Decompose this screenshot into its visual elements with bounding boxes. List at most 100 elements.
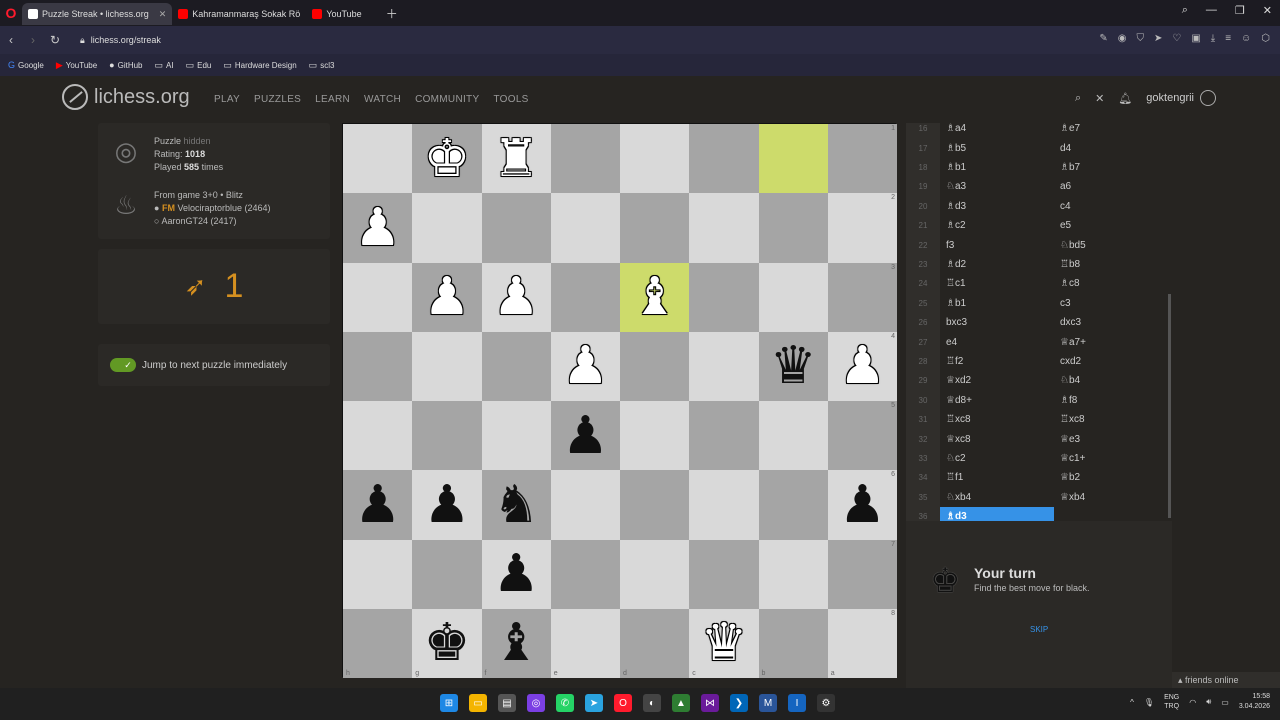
- site-logo[interactable]: lichess.org: [62, 84, 190, 110]
- black-move[interactable]: e5: [1054, 216, 1168, 235]
- board-square[interactable]: [343, 262, 413, 332]
- move-list-scrollbar[interactable]: [1168, 294, 1171, 518]
- board-square[interactable]: [620, 193, 690, 263]
- friends-online-box[interactable]: ▴ friends online: [1172, 672, 1280, 688]
- board-square[interactable]: 8a: [827, 608, 897, 678]
- white-move[interactable]: ♕d8+: [940, 391, 1054, 410]
- board-square[interactable]: [620, 124, 690, 194]
- bookmark-github[interactable]: ● GitHub: [109, 60, 142, 70]
- search-tabs-icon[interactable]: ⌕: [1182, 4, 1188, 17]
- black-move[interactable]: a6: [1054, 177, 1168, 196]
- white-move[interactable]: e4: [940, 332, 1054, 351]
- chevron-up-icon[interactable]: ^: [1130, 698, 1134, 707]
- board-square[interactable]: ♝: [620, 262, 690, 332]
- skip-button[interactable]: SKIP: [1030, 625, 1048, 634]
- board-square[interactable]: [758, 193, 828, 263]
- player1-name[interactable]: Velociraptorblue: [177, 203, 242, 213]
- jump-toggle[interactable]: [110, 358, 136, 372]
- url-field[interactable]: 🔒︎ lichess.org/streak: [80, 35, 161, 46]
- file-explorer-icon[interactable]: ▭: [469, 694, 487, 712]
- app3-icon[interactable]: ▲: [672, 694, 690, 712]
- ide-icon[interactable]: I: [788, 694, 806, 712]
- white-move[interactable]: ♘xb4: [940, 488, 1054, 507]
- white-move[interactable]: bxc3: [940, 313, 1054, 332]
- white-piece[interactable]: ♟: [562, 340, 609, 392]
- board-square[interactable]: [758, 124, 828, 194]
- from-game-link[interactable]: From game 3+0 • Blitz: [154, 189, 271, 202]
- tab-youtube[interactable]: YouTube: [306, 3, 367, 25]
- board-square[interactable]: ♟: [481, 539, 551, 609]
- white-piece[interactable]: ♟: [354, 202, 401, 254]
- store-icon[interactable]: ▤: [498, 694, 516, 712]
- black-move[interactable]: ♘b4: [1054, 371, 1168, 390]
- telegram-icon[interactable]: ➤: [585, 694, 603, 712]
- board-square[interactable]: ♚: [412, 124, 482, 194]
- clock[interactable]: 15:58 3.04.2026: [1239, 692, 1270, 712]
- board-square[interactable]: [689, 401, 759, 471]
- black-move[interactable]: ♕b2: [1054, 468, 1168, 487]
- bookmark-youtube[interactable]: ▶ YouTube: [56, 60, 97, 71]
- board-square[interactable]: ♟: [550, 331, 620, 401]
- board-square[interactable]: [412, 539, 482, 609]
- board-square[interactable]: ♚ g: [412, 608, 482, 678]
- board-square[interactable]: 5: [827, 401, 897, 471]
- nav-watch[interactable]: WATCH: [364, 94, 401, 105]
- board-square[interactable]: 2: [827, 193, 897, 263]
- board-square[interactable]: ♛ c: [689, 608, 759, 678]
- board-square[interactable]: ♜: [481, 124, 551, 194]
- board-square[interactable]: 7: [827, 539, 897, 609]
- bookmark-edu[interactable]: ▭ Edu: [186, 60, 212, 71]
- white-piece[interactable]: ♟: [493, 271, 540, 323]
- board-square[interactable]: e: [550, 608, 620, 678]
- menu-icon[interactable]: ≡: [1225, 33, 1231, 44]
- board-square[interactable]: [481, 193, 551, 263]
- board-square[interactable]: [758, 470, 828, 540]
- edit-icon[interactable]: ✎: [1099, 33, 1107, 44]
- visual-studio-icon[interactable]: ⋈: [701, 694, 719, 712]
- black-move[interactable]: [1054, 507, 1168, 521]
- black-piece[interactable]: ♟: [493, 548, 540, 600]
- board-square[interactable]: [412, 331, 482, 401]
- board-square[interactable]: 1: [827, 124, 897, 194]
- board-square[interactable]: [689, 193, 759, 263]
- user-menu[interactable]: goktengrii: [1146, 90, 1216, 106]
- battery-icon[interactable]: ▭: [1221, 698, 1229, 707]
- white-move[interactable]: f3: [940, 235, 1054, 254]
- board-square[interactable]: [620, 470, 690, 540]
- whatsapp-icon[interactable]: ✆: [556, 694, 574, 712]
- camera-icon[interactable]: ◉: [1118, 33, 1127, 44]
- heart-icon[interactable]: ♡: [1172, 33, 1181, 44]
- board-square[interactable]: ♟: [343, 470, 413, 540]
- close-tab-icon[interactable]: ✕: [159, 9, 167, 20]
- new-tab-button[interactable]: ＋: [386, 5, 398, 22]
- black-piece[interactable]: ♟: [354, 479, 401, 531]
- board-square[interactable]: b: [758, 608, 828, 678]
- board-square[interactable]: [550, 539, 620, 609]
- forward-button[interactable]: ›: [22, 33, 44, 47]
- white-move[interactable]: ♘a3: [940, 177, 1054, 196]
- mx-icon[interactable]: M: [759, 694, 777, 712]
- board-square[interactable]: ♟: [412, 262, 482, 332]
- nav-learn[interactable]: LEARN: [315, 94, 350, 105]
- black-move[interactable]: ♖xc8: [1054, 410, 1168, 429]
- bookmark-google[interactable]: G Google: [8, 60, 44, 70]
- board-square[interactable]: [689, 262, 759, 332]
- board-square[interactable]: [412, 193, 482, 263]
- close-window-button[interactable]: ✕: [1263, 4, 1272, 17]
- board-square[interactable]: [343, 331, 413, 401]
- vscode-icon[interactable]: ❯: [730, 694, 748, 712]
- app2-icon[interactable]: ◐: [643, 694, 661, 712]
- nav-puzzles[interactable]: PUZZLES: [254, 94, 301, 105]
- bookmark-scl3[interactable]: ▭ scl3: [309, 60, 335, 71]
- board-square[interactable]: [412, 401, 482, 471]
- board-square[interactable]: ♟: [412, 470, 482, 540]
- white-piece[interactable]: ♟: [424, 271, 471, 323]
- black-piece[interactable]: ♚: [424, 617, 471, 669]
- black-move[interactable]: ♕a7+: [1054, 332, 1168, 351]
- nav-tools[interactable]: TOOLS: [493, 94, 528, 105]
- white-move[interactable]: ♗d3: [940, 197, 1054, 216]
- black-move[interactable]: c3: [1054, 294, 1168, 313]
- black-piece[interactable]: ♞: [493, 479, 540, 531]
- profile-icon[interactable]: ☺: [1241, 33, 1251, 44]
- board-square[interactable]: ♝ f: [481, 608, 551, 678]
